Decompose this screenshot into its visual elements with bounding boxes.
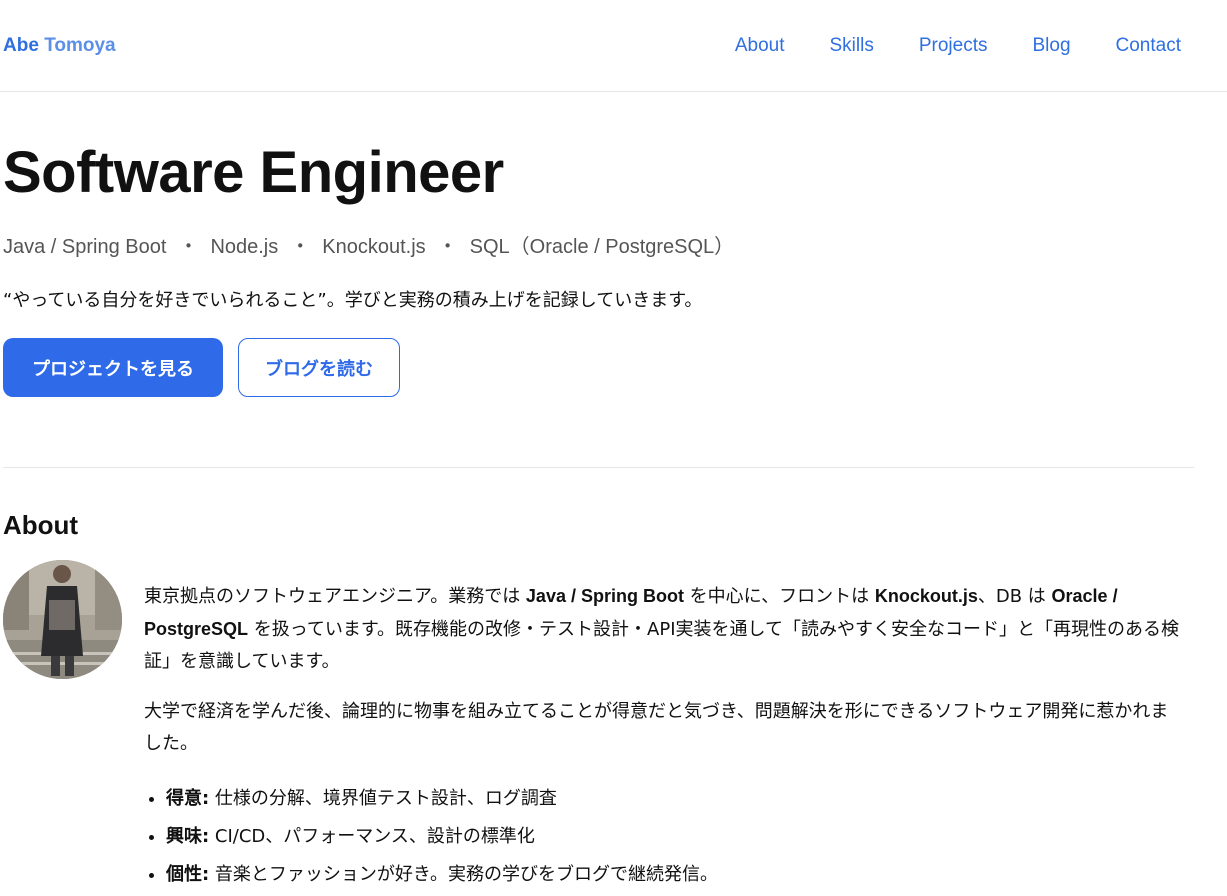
about-text: を扱っています。既存機能の改修・テスト設計・API実装を通して「読みやすく安全な… <box>144 619 1179 672</box>
hero-motto: “やっている自分を好きでいられること”。学びと実務の積み上げを記録していきます。 <box>3 290 703 311</box>
list-item: 得意: 仕様の分解、境界値テスト設計、ログ調査 <box>166 780 718 818</box>
trait-label: 得意: <box>166 788 210 809</box>
nav-link-skills[interactable]: Skills <box>830 34 874 58</box>
list-item: 個性: 音楽とファッションが好き。実務の学びをブログで継続発信。 <box>166 856 718 894</box>
stack-item: SQL（Oracle / PostgreSQL） <box>469 236 735 258</box>
stack-item: Knockout.js <box>322 236 426 258</box>
nav-link-blog[interactable]: Blog <box>1032 34 1070 58</box>
stack-separator: ・ <box>437 236 458 258</box>
about-paragraph: 大学で経済を学んだ後、論理的に物事を組み立てることが得意だと気づき、問題解決を形… <box>144 701 1169 754</box>
traits-list: 得意: 仕様の分解、境界値テスト設計、ログ調査 興味: CI/CD、パフォーマン… <box>144 780 718 894</box>
brand-first-name: Abe <box>3 35 39 56</box>
nav-link-projects[interactable]: Projects <box>919 34 988 58</box>
section-divider <box>3 467 1194 468</box>
list-item: 興味: CI/CD、パフォーマンス、設計の標準化 <box>166 818 718 856</box>
stack-separator: ・ <box>290 236 311 258</box>
trait-text: 仕様の分解、境界値テスト設計、ログ調査 <box>209 788 557 809</box>
about-text: 、DB は <box>977 586 1052 607</box>
about-text: 東京拠点のソフトウェアエンジニア。業務では <box>144 586 526 607</box>
trait-label: 個性: <box>166 864 210 885</box>
read-blog-button[interactable]: ブログを読む <box>238 338 400 397</box>
nav-link-contact[interactable]: Contact <box>1116 34 1181 58</box>
about-body: 東京拠点のソフトウェアエンジニア。業務では Java / Spring Boot… <box>144 580 1184 760</box>
tech-stack-tagline: Java / Spring Boot ・ Node.js ・ Knockout.js ・ S… <box>3 234 734 260</box>
site-header: Abe Tomoya About Skills Projects Blog Co… <box>0 0 1227 92</box>
avatar-photo <box>3 560 122 679</box>
trait-label: 興味: <box>166 826 210 847</box>
stack-item: Java / Spring Boot <box>3 236 167 258</box>
trait-text: 音楽とファッションが好き。実務の学びをブログで継続発信。 <box>209 864 719 885</box>
hero-title: Software Engineer <box>3 140 504 205</box>
about-heading: About <box>3 510 79 540</box>
main-nav: About Skills Projects Blog Contact <box>735 34 1181 58</box>
about-paragraph: 東京拠点のソフトウェアエンジニア。業務では Java / Spring Boot… <box>144 580 1184 678</box>
stack-item: Node.js <box>210 236 279 258</box>
avatar <box>3 560 122 679</box>
brand-logo[interactable]: Abe Tomoya <box>3 34 116 58</box>
highlight-java: Java / Spring Boot <box>525 586 684 606</box>
about-text: を中心に、フロントは <box>683 586 875 607</box>
view-projects-button[interactable]: プロジェクトを見る <box>3 338 223 397</box>
stack-separator: ・ <box>178 236 199 258</box>
trait-text: CI/CD、パフォーマンス、設計の標準化 <box>209 826 535 847</box>
nav-link-about[interactable]: About <box>735 34 785 58</box>
highlight-knockout: Knockout.js <box>874 586 978 606</box>
brand-last-name: Tomoya <box>44 35 116 56</box>
